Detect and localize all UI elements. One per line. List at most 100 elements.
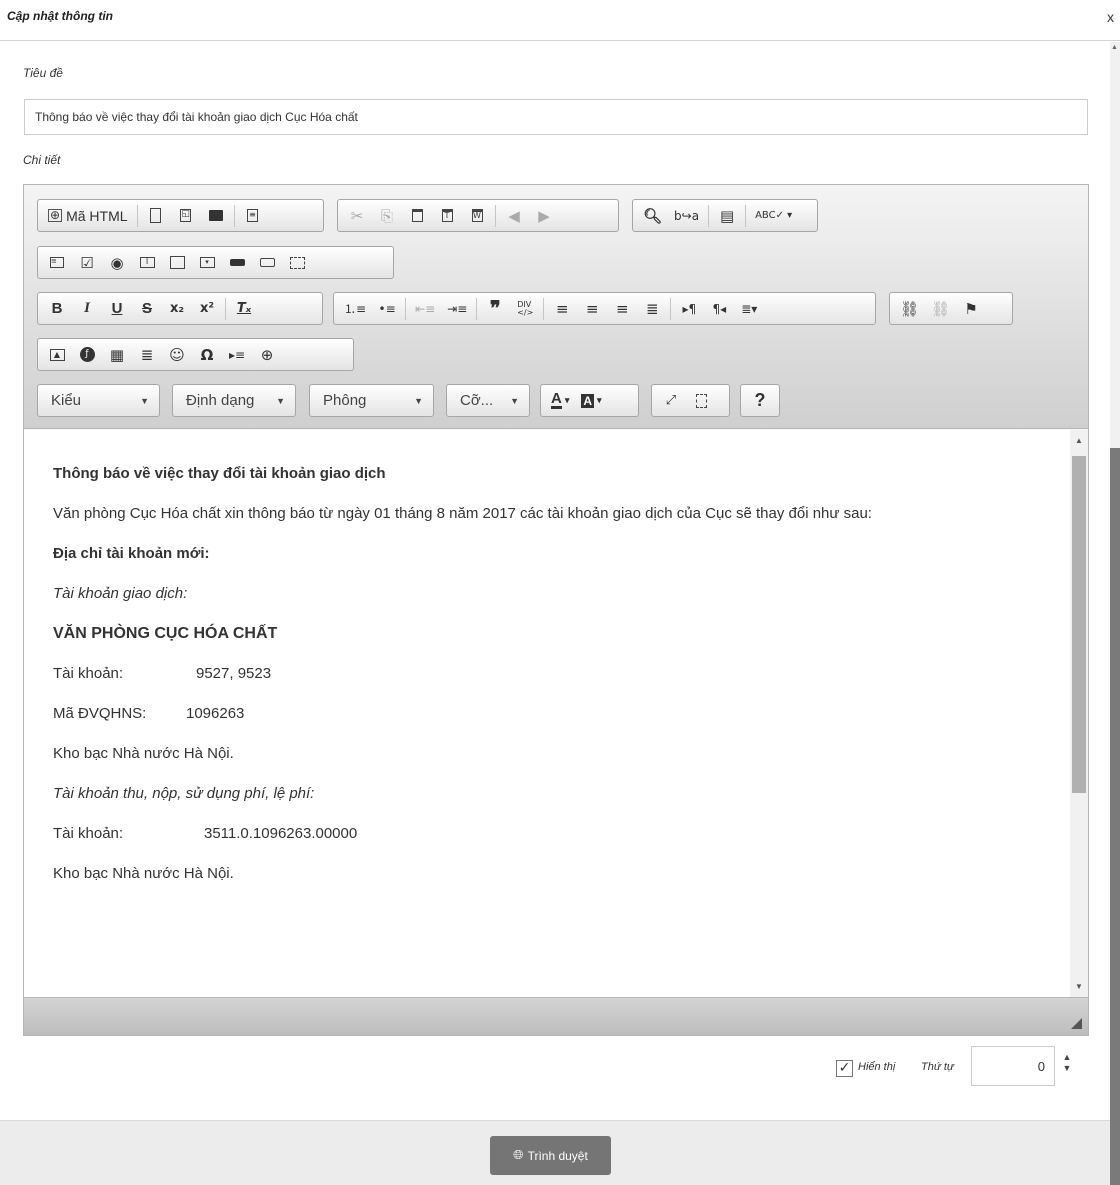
show-checkbox[interactable]: ✓: [836, 1060, 853, 1077]
page-break-icon[interactable]: ▸≡: [222, 341, 252, 369]
text-direction-ltr-icon[interactable]: ▸¶: [674, 295, 704, 323]
toolbar-group-document: ⊕ Mã HTML ◱ ≡: [37, 199, 324, 232]
account-value: 9527, 9523: [196, 665, 272, 682]
paste-text-icon[interactable]: T: [432, 202, 462, 230]
page-scrollbar[interactable]: ▲: [1110, 42, 1120, 1185]
indent-icon[interactable]: ⇥≡: [441, 295, 473, 323]
blockquote-icon[interactable]: ❞: [480, 295, 510, 323]
scroll-up-arrow-icon[interactable]: ▲: [1075, 436, 1083, 445]
cut-icon[interactable]: ✂: [342, 202, 372, 230]
maximize-icon[interactable]: ⤢: [656, 387, 686, 415]
numbered-list-icon[interactable]: ⒈≡: [338, 295, 372, 323]
redo-icon[interactable]: ▶: [529, 202, 559, 230]
separator: [495, 204, 496, 227]
form-icon[interactable]: ≡: [42, 249, 72, 277]
link-icon[interactable]: ⛓: [894, 295, 925, 323]
language-icon[interactable]: ≣▾: [734, 295, 764, 323]
help-icon[interactable]: ?: [745, 387, 775, 415]
paste-word-icon[interactable]: W: [462, 202, 492, 230]
undo-icon[interactable]: ◀: [499, 202, 529, 230]
title-label: Tiêu đề: [23, 66, 63, 80]
flash-icon[interactable]: ƒ: [72, 341, 102, 369]
subscript-icon[interactable]: x₂: [162, 295, 192, 323]
separator: [405, 297, 407, 320]
checkbox-icon[interactable]: ☑: [72, 249, 102, 277]
text-direction-rtl-icon[interactable]: ¶◂: [704, 295, 734, 323]
editor-content[interactable]: Thông báo về việc thay đổi tài khoản gia…: [24, 430, 1088, 997]
align-center-icon[interactable]: ≡: [577, 295, 607, 323]
background-color-icon[interactable]: A ▾: [575, 387, 607, 415]
browse-button[interactable]: 🌐︎ Trình duyệt: [490, 1136, 611, 1175]
div-container-icon[interactable]: DIV </>: [510, 295, 540, 323]
textarea-icon[interactable]: [162, 249, 192, 277]
special-char-icon[interactable]: Ω: [192, 341, 222, 369]
outdent-icon[interactable]: ⇤≡: [409, 295, 441, 323]
show-blocks-icon[interactable]: [686, 387, 716, 415]
bulleted-list-icon[interactable]: •≡: [372, 295, 402, 323]
image-button-icon[interactable]: [252, 249, 282, 277]
scroll-up-arrow-icon[interactable]: ▲: [1111, 44, 1118, 51]
close-button[interactable]: x: [1107, 9, 1114, 25]
paste-icon[interactable]: [402, 202, 432, 230]
order-input[interactable]: [971, 1046, 1055, 1086]
anchor-flag-icon[interactable]: ⚑: [956, 295, 986, 323]
superscript-icon[interactable]: x²: [192, 295, 222, 323]
size-combo[interactable]: Cỡ... ▼: [446, 384, 530, 417]
dvqhns-label: Mã ĐVQHNS:: [53, 705, 147, 722]
style-combo-label: Kiểu: [51, 392, 82, 409]
button-field-icon[interactable]: [222, 249, 252, 277]
align-left-icon[interactable]: ≡: [547, 295, 577, 323]
image-icon[interactable]: ▲: [42, 341, 72, 369]
radio-icon[interactable]: ◉: [102, 249, 132, 277]
separator: [745, 204, 747, 227]
justify-icon[interactable]: ≣: [637, 295, 667, 323]
smiley-icon[interactable]: ☺: [162, 341, 192, 369]
text-color-icon[interactable]: A ▾: [545, 387, 575, 415]
text-field-icon[interactable]: I: [132, 249, 162, 277]
italic-icon[interactable]: I: [72, 295, 102, 323]
title-input[interactable]: [24, 99, 1088, 135]
find-icon[interactable]: 🔍︎: [637, 202, 668, 230]
size-combo-label: Cỡ...: [460, 392, 494, 409]
select-all-icon[interactable]: ▤: [712, 202, 742, 230]
resize-handle-icon[interactable]: [1071, 1018, 1082, 1029]
new-address-label: Địa chỉ tài khoản mới:: [53, 545, 210, 562]
editor-body[interactable]: Thông báo về việc thay đổi tài khoản gia…: [53, 463, 1043, 903]
dialog-title: Cập nhật thông tin: [7, 9, 113, 23]
account2-line: Tài khoản: 3511.0.1096263.00000: [53, 823, 1043, 845]
page-scrollbar-thumb[interactable]: [1110, 448, 1120, 1185]
strike-icon[interactable]: S: [132, 295, 162, 323]
spell-check-icon[interactable]: ABC✓ ▾: [749, 202, 798, 230]
order-stepper[interactable]: ▲ ▼: [1061, 1052, 1073, 1074]
chevron-down-icon: ▼: [414, 396, 423, 406]
unlink-icon[interactable]: ⛓: [925, 295, 956, 323]
new-page-icon[interactable]: [141, 202, 171, 230]
hidden-field-icon[interactable]: [282, 249, 312, 277]
print-icon[interactable]: [201, 202, 231, 230]
style-combo[interactable]: Kiểu ▼: [37, 384, 160, 417]
replace-icon[interactable]: b↪a: [668, 202, 705, 230]
copy-icon[interactable]: ⎘: [372, 202, 402, 230]
preview-icon[interactable]: ◱: [171, 202, 201, 230]
font-combo[interactable]: Phông ▼: [309, 384, 434, 417]
account2-label: Tài khoản:: [53, 825, 124, 842]
underline-icon[interactable]: U: [102, 295, 132, 323]
remove-format-icon[interactable]: Tₓ: [229, 295, 259, 323]
source-button[interactable]: ⊕ Mã HTML: [42, 202, 134, 230]
editor-scrollbar[interactable]: ▲ ▼: [1070, 430, 1088, 997]
horizontal-line-icon[interactable]: ≣: [132, 341, 162, 369]
align-right-icon[interactable]: ≡: [607, 295, 637, 323]
select-field-icon[interactable]: ▾: [192, 249, 222, 277]
editor-scrollbar-thumb[interactable]: [1072, 456, 1086, 793]
bold-icon[interactable]: B: [42, 295, 72, 323]
format-combo[interactable]: Định dạng ▼: [172, 384, 296, 417]
dvqhns-value: 1096263: [186, 705, 245, 722]
templates-icon[interactable]: ≡: [238, 202, 268, 230]
account2-value: 3511.0.1096263.00000: [204, 825, 358, 842]
iframe-icon[interactable]: ⊕: [252, 341, 282, 369]
font-combo-label: Phông: [323, 392, 367, 409]
chevron-down-icon: ▼: [510, 396, 519, 406]
table-icon[interactable]: ▦: [102, 341, 132, 369]
scroll-down-arrow-icon[interactable]: ▼: [1075, 982, 1083, 991]
separator: [233, 204, 235, 227]
